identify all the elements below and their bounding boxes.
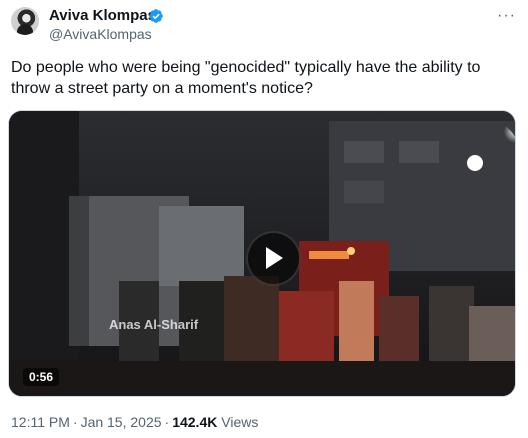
tweet-header: Aviva Klompas @AvivaKlompas ··· [0,0,528,52]
views-label: Views [221,414,259,430]
tweet-text: Do people who were being "genocided" typ… [11,59,481,97]
author-name[interactable]: Aviva Klompas [49,7,156,25]
author-handle[interactable]: @AvivaKlompas [49,25,152,43]
verified-badge-icon [149,9,163,23]
video-duration: 0:56 [23,368,60,386]
more-icon[interactable]: ··· [497,7,516,25]
video-player[interactable]: Anas Al-Sharif 0:56 [8,110,516,397]
separator: · [72,414,78,430]
tweet-date[interactable]: Jan 15, 2025 [81,414,162,430]
play-icon [266,247,283,269]
tweet-meta: 12:11 PM · Jan 15, 2025 · 142.4K Views [11,413,258,431]
play-button[interactable] [246,231,301,286]
video-watermark: Anas Al-Sharif [109,317,199,332]
tweet-time[interactable]: 12:11 PM [11,414,70,430]
separator: · [164,414,170,430]
views-count: 142.4K [172,414,218,430]
avatar[interactable] [11,7,39,35]
